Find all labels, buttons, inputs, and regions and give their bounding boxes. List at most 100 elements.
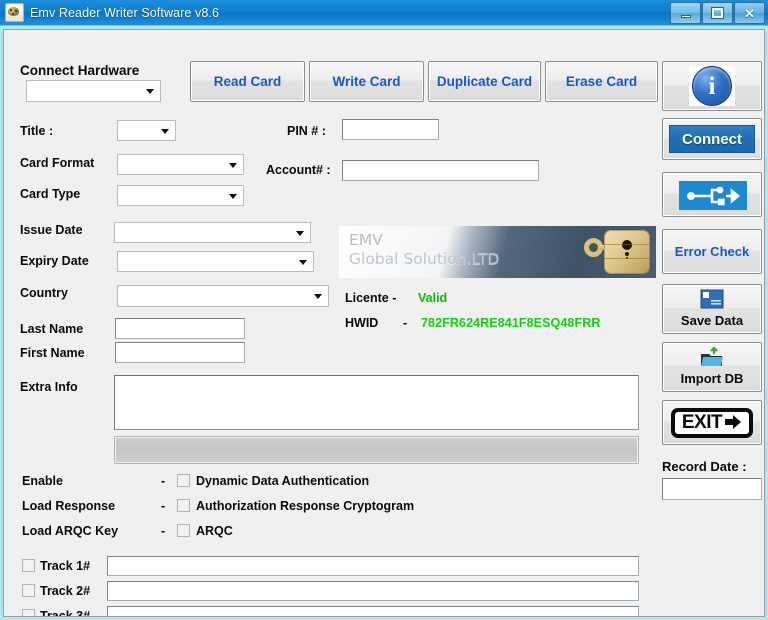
client-area: Connect Hardware Read Card Write Card Du… bbox=[3, 29, 765, 617]
hwid-label: HWID bbox=[345, 316, 378, 330]
license-label: Licente - bbox=[345, 291, 396, 305]
read-card-button[interactable]: Read Card bbox=[190, 61, 305, 102]
save-data-button[interactable]: Save Data bbox=[662, 284, 762, 334]
last-name-input[interactable] bbox=[115, 318, 245, 339]
first-name-input[interactable] bbox=[115, 342, 245, 363]
account-input[interactable] bbox=[342, 160, 539, 181]
track-1-checkbox[interactable] bbox=[22, 559, 35, 572]
arqc-checkbox[interactable] bbox=[177, 524, 190, 537]
record-date-label: Record Date : bbox=[662, 459, 747, 474]
banner-text: EMV Global Solution.LTD bbox=[349, 231, 499, 269]
minimize-button[interactable] bbox=[670, 2, 701, 24]
pin-label: PIN # : bbox=[287, 124, 326, 138]
track-1-label: Track 1# bbox=[40, 559, 90, 573]
import-db-icon-wrapper bbox=[663, 347, 761, 368]
maximize-button[interactable] bbox=[702, 2, 733, 24]
title-label: Title : bbox=[20, 124, 53, 138]
exit-label: EXIT bbox=[682, 413, 722, 432]
first-name-label: First Name bbox=[20, 346, 85, 360]
country-select[interactable] bbox=[117, 285, 329, 307]
connect-hardware-select[interactable] bbox=[26, 80, 161, 102]
pin-input[interactable] bbox=[342, 119, 439, 140]
chevron-down-icon bbox=[296, 231, 304, 236]
info-icon: i bbox=[692, 66, 732, 106]
track-3-label: Track 3# bbox=[40, 609, 90, 617]
save-data-icon-wrapper bbox=[663, 289, 761, 309]
app-icon bbox=[5, 3, 24, 22]
window-title: Emv Reader Writer Software v8.6 bbox=[30, 6, 219, 20]
track-2-label: Track 2# bbox=[40, 584, 90, 598]
exit-icon-box: EXIT bbox=[671, 408, 753, 438]
issue-date-select[interactable] bbox=[114, 222, 311, 243]
info-button[interactable]: i bbox=[662, 61, 762, 111]
dynamic-data-authentication-checkbox[interactable] bbox=[177, 474, 190, 487]
card-format-label: Card Format bbox=[20, 156, 94, 170]
card-type-select[interactable] bbox=[117, 185, 244, 206]
title-bar: Emv Reader Writer Software v8.6 ✕ bbox=[0, 0, 768, 26]
close-icon: ✕ bbox=[744, 7, 755, 20]
usb-icon bbox=[679, 181, 747, 210]
arrow-right-icon bbox=[724, 414, 742, 430]
connect-hardware-label: Connect Hardware bbox=[20, 63, 139, 78]
track-3-checkbox[interactable] bbox=[22, 609, 35, 617]
authorization-response-cryptogram-checkbox[interactable] bbox=[177, 499, 190, 512]
authorization-response-cryptogram-label: Authorization Response Cryptogram bbox=[196, 499, 414, 513]
track-3-input[interactable] bbox=[107, 606, 639, 617]
chevron-down-icon bbox=[229, 194, 237, 199]
emv-banner: EMV Global Solution.LTD bbox=[339, 226, 656, 278]
extra-info-textarea[interactable] bbox=[114, 375, 639, 430]
connect-button-label: Connect bbox=[669, 125, 755, 153]
chip-icon bbox=[604, 230, 650, 274]
hwid-dash: - bbox=[403, 316, 407, 330]
connect-button[interactable]: Connect bbox=[662, 118, 762, 160]
usb-glyph bbox=[686, 186, 740, 206]
record-date-input[interactable] bbox=[662, 478, 762, 500]
track-2-checkbox[interactable] bbox=[22, 584, 35, 597]
banner-line-2: Global Solution.LTD bbox=[349, 250, 499, 269]
license-status-value: Valid bbox=[418, 291, 447, 305]
enable-dash: - bbox=[161, 474, 165, 488]
extra-info-label: Extra Info bbox=[20, 380, 78, 394]
write-card-button[interactable]: Write Card bbox=[309, 61, 424, 102]
expiry-date-select[interactable] bbox=[117, 251, 314, 272]
title-select[interactable] bbox=[117, 120, 176, 141]
chevron-down-icon bbox=[161, 129, 169, 134]
window-controls: ✕ bbox=[670, 2, 765, 24]
card-format-select[interactable] bbox=[117, 154, 244, 175]
exit-button[interactable]: EXIT bbox=[662, 400, 762, 445]
load-arqc-key-label: Load ARQC Key bbox=[22, 524, 118, 538]
error-check-button[interactable]: Error Check bbox=[662, 229, 762, 274]
maximize-icon bbox=[712, 8, 723, 18]
import-db-label: Import DB bbox=[663, 371, 761, 386]
enable-label: Enable bbox=[22, 474, 63, 488]
document-icon bbox=[700, 289, 724, 309]
erase-card-button[interactable]: Erase Card bbox=[545, 61, 658, 102]
close-button[interactable]: ✕ bbox=[734, 2, 765, 24]
chevron-down-icon bbox=[299, 260, 307, 265]
track-2-input[interactable] bbox=[107, 581, 639, 601]
last-name-label: Last Name bbox=[20, 322, 83, 336]
minimize-icon bbox=[681, 15, 691, 18]
account-label: Account# : bbox=[266, 163, 331, 177]
chevron-down-icon bbox=[146, 89, 154, 94]
chevron-down-icon bbox=[229, 163, 237, 168]
hwid-value: 782FR624RE841F8ESQ48FRR bbox=[421, 316, 600, 330]
application-window: Emv Reader Writer Software v8.6 ✕ Connec… bbox=[0, 0, 768, 620]
country-label: Country bbox=[20, 286, 68, 300]
save-data-label: Save Data bbox=[663, 313, 761, 328]
issue-date-label: Issue Date bbox=[20, 223, 83, 237]
info-icon-wrapper: i bbox=[689, 66, 735, 106]
load-response-dash: - bbox=[161, 499, 165, 513]
load-response-label: Load Response bbox=[22, 499, 115, 513]
progress-bar bbox=[114, 436, 639, 464]
usb-button[interactable] bbox=[662, 172, 762, 217]
dynamic-data-authentication-label: Dynamic Data Authentication bbox=[196, 474, 369, 488]
import-db-button[interactable]: Import DB bbox=[662, 342, 762, 392]
card-type-label: Card Type bbox=[20, 187, 80, 201]
track-1-input[interactable] bbox=[107, 556, 639, 576]
banner-line-1: EMV bbox=[349, 231, 499, 250]
arqc-label: ARQC bbox=[196, 524, 233, 538]
load-arqc-key-dash: - bbox=[161, 524, 165, 538]
duplicate-card-button[interactable]: Duplicate Card bbox=[428, 61, 541, 102]
expiry-date-label: Expiry Date bbox=[20, 254, 89, 268]
